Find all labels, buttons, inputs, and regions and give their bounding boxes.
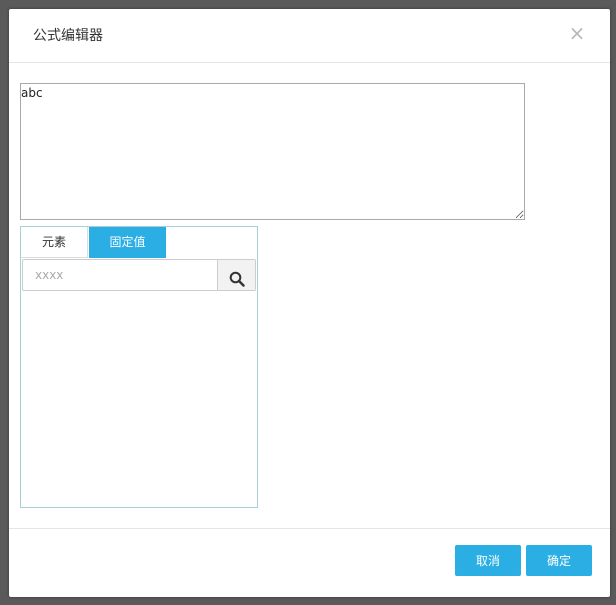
search-bar: [22, 259, 256, 291]
tab-fixed-values[interactable]: 固定值: [89, 227, 166, 258]
search-icon: [229, 271, 245, 287]
formula-editor-dialog: 公式编辑器 × 元素 固定值 取消 确定: [9, 9, 610, 597]
formula-textarea[interactable]: [20, 83, 525, 220]
confirm-button[interactable]: 确定: [526, 545, 592, 576]
value-picker-panel: 元素 固定值: [20, 226, 258, 508]
search-input[interactable]: [23, 260, 217, 290]
tab-elements[interactable]: 元素: [21, 227, 88, 258]
search-button[interactable]: [217, 260, 255, 290]
close-icon[interactable]: ×: [567, 23, 587, 43]
dialog-footer: 取消 确定: [9, 528, 610, 598]
cancel-button[interactable]: 取消: [455, 545, 521, 576]
dialog-header: 公式编辑器 ×: [9, 9, 610, 63]
dialog-title: 公式编辑器: [33, 28, 103, 44]
